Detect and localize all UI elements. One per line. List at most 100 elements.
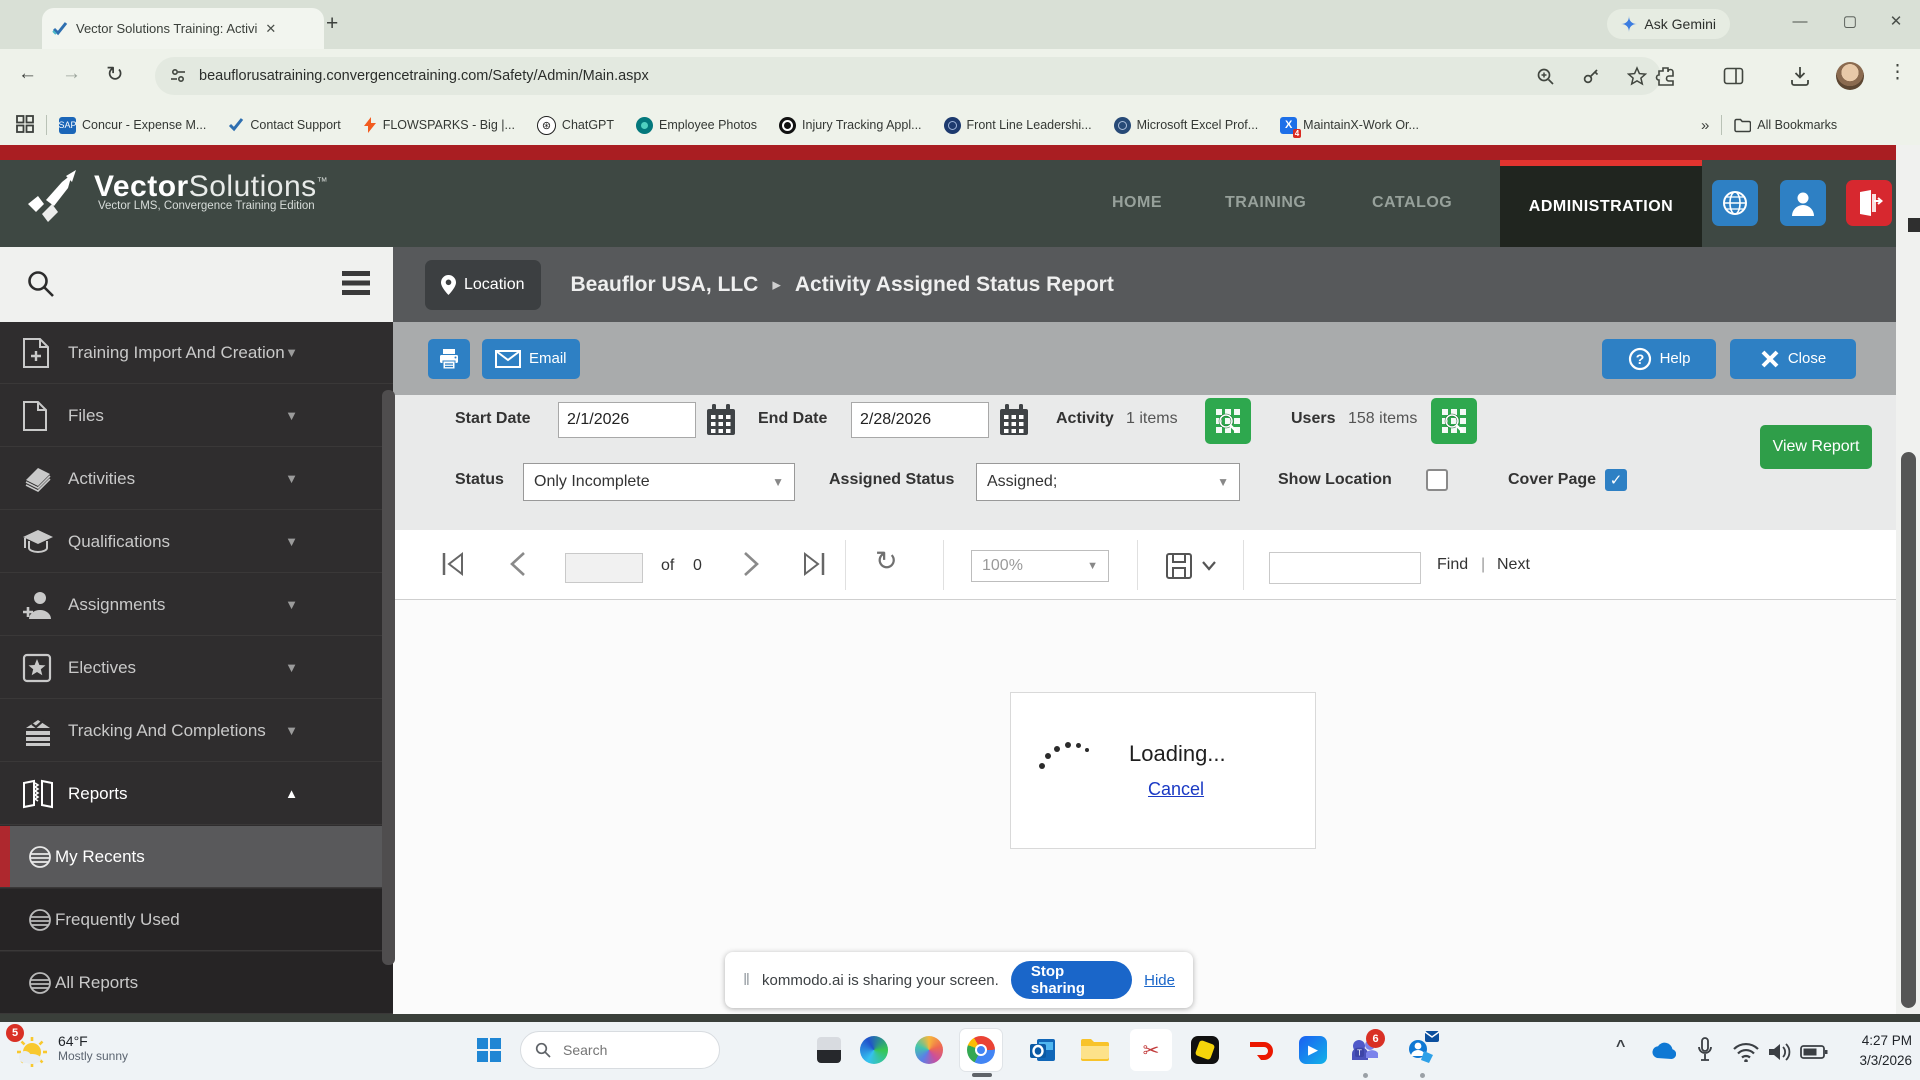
extensions-puzzle-icon[interactable] bbox=[1655, 66, 1676, 87]
window-minimize-button[interactable]: — bbox=[1780, 2, 1820, 42]
page-scrollbar-thumb[interactable] bbox=[1901, 452, 1916, 1008]
window-close-button[interactable]: ✕ bbox=[1876, 2, 1916, 42]
sidebar-item-assignments[interactable]: Assignments▼ bbox=[0, 574, 393, 636]
sidebar-item-reports[interactable]: Reports▲ bbox=[0, 763, 393, 825]
taskbar-app-outlook[interactable] bbox=[1022, 1029, 1064, 1071]
next-button[interactable]: Next bbox=[1497, 556, 1530, 574]
omnibox[interactable]: beauflorusatraining.convergencetraining.… bbox=[155, 57, 1661, 95]
users-select-button[interactable] bbox=[1431, 398, 1477, 444]
bookmark-maintainx[interactable]: X4MaintainX-Work Or... bbox=[1280, 117, 1419, 134]
nav-administration[interactable]: ADMINISTRATION bbox=[1500, 160, 1702, 247]
profile-button[interactable] bbox=[1780, 180, 1826, 226]
taskbar-app-window[interactable] bbox=[808, 1029, 850, 1071]
cancel-link[interactable]: Cancel bbox=[1148, 779, 1204, 800]
nav-training[interactable]: TRAINING bbox=[1225, 194, 1306, 212]
email-button[interactable]: Email bbox=[482, 339, 580, 379]
profile-avatar[interactable] bbox=[1836, 62, 1864, 90]
bookmark-employee-photos[interactable]: Employee Photos bbox=[636, 117, 757, 134]
downloads-icon[interactable] bbox=[1789, 65, 1811, 87]
stop-sharing-button[interactable]: Stop sharing bbox=[1011, 961, 1132, 999]
taskbar-app-edge[interactable] bbox=[853, 1029, 895, 1071]
status-select[interactable]: Only Incomplete▼ bbox=[523, 463, 795, 501]
sidebar-item-frequently-used[interactable]: Frequently Used bbox=[0, 889, 393, 951]
bookmark-flowsparks[interactable]: FLOWSPARKS - Big |... bbox=[363, 117, 515, 133]
site-settings-icon[interactable] bbox=[169, 67, 187, 85]
show-location-checkbox[interactable] bbox=[1426, 469, 1448, 491]
page-number-input[interactable] bbox=[565, 553, 643, 583]
taskbar-app-chrome-active[interactable] bbox=[960, 1029, 1002, 1071]
url-text[interactable]: beauflorusatraining.convergencetraining.… bbox=[199, 68, 649, 84]
sidebar-item-files[interactable]: Files▼ bbox=[0, 385, 393, 447]
taskbar-search[interactable] bbox=[520, 1031, 720, 1069]
nav-catalog[interactable]: CATALOG bbox=[1372, 194, 1452, 212]
window-maximize-button[interactable]: ▢ bbox=[1830, 2, 1870, 42]
sidebar-item-tracking[interactable]: Tracking And Completions▼ bbox=[0, 700, 393, 762]
microphone-icon[interactable] bbox=[1697, 1037, 1713, 1063]
bookmark-excel[interactable]: Microsoft Excel Prof... bbox=[1114, 117, 1259, 134]
weather-widget[interactable]: 5 64°F Mostly sunny bbox=[10, 1028, 128, 1068]
taskbar-app-snipping[interactable]: ✂ bbox=[1130, 1029, 1172, 1071]
cover-page-checkbox[interactable]: ✓ bbox=[1605, 469, 1627, 491]
taskbar-app-copilot[interactable] bbox=[908, 1029, 950, 1071]
start-date-calendar-icon[interactable] bbox=[705, 403, 737, 437]
start-date-input[interactable] bbox=[558, 402, 696, 438]
sidebar-item-activities[interactable]: Activities▼ bbox=[0, 448, 393, 510]
bookmark-star-icon[interactable] bbox=[1627, 66, 1647, 86]
help-button[interactable]: ? Help bbox=[1602, 339, 1716, 379]
zoom-select[interactable]: 100%▼ bbox=[971, 550, 1109, 582]
export-save-icon[interactable] bbox=[1165, 552, 1193, 580]
next-page-icon[interactable] bbox=[741, 550, 761, 578]
apps-grid-icon[interactable] bbox=[16, 115, 34, 136]
onedrive-icon[interactable] bbox=[1650, 1041, 1676, 1059]
sidebar-item-training-import[interactable]: Training Import And Creation▼ bbox=[0, 322, 393, 384]
taskbar-app-file-explorer[interactable] bbox=[1074, 1029, 1116, 1071]
bookmark-front-line[interactable]: Front Line Leadershi... bbox=[944, 117, 1092, 134]
bookmark-chatgpt[interactable]: ⊛ChatGPT bbox=[537, 116, 614, 135]
language-globe-button[interactable] bbox=[1712, 180, 1758, 226]
bookmark-injury-tracking[interactable]: Injury Tracking Appl... bbox=[779, 117, 922, 134]
logout-button[interactable] bbox=[1846, 180, 1892, 226]
sidebar-item-electives[interactable]: Electives▼ bbox=[0, 637, 393, 699]
ask-gemini-button[interactable]: Ask Gemini bbox=[1607, 9, 1730, 39]
taskbar-app-bookings[interactable] bbox=[1400, 1029, 1442, 1071]
zoom-page-icon[interactable] bbox=[1536, 67, 1555, 86]
taskbar-app-yellow[interactable] bbox=[1184, 1029, 1226, 1071]
end-date-calendar-icon[interactable] bbox=[998, 403, 1030, 437]
clock[interactable]: 4:27 PM 3/3/2026 bbox=[1838, 1031, 1912, 1070]
find-button[interactable]: Find bbox=[1437, 556, 1468, 574]
breadcrumb-company[interactable]: Beauflor USA, LLC bbox=[571, 273, 759, 297]
bookmark-contact-support[interactable]: Contact Support bbox=[228, 117, 340, 133]
activity-select-button[interactable] bbox=[1205, 398, 1251, 444]
all-bookmarks-button[interactable]: All Bookmarks bbox=[1734, 118, 1837, 133]
find-input[interactable] bbox=[1269, 552, 1421, 584]
search-icon[interactable] bbox=[26, 269, 56, 299]
bookmark-concur[interactable]: SAPConcur - Expense M... bbox=[59, 117, 206, 134]
start-button[interactable] bbox=[468, 1029, 510, 1071]
hamburger-menu-icon[interactable] bbox=[342, 271, 370, 295]
taskbar-app-stream[interactable]: ▶ bbox=[1292, 1029, 1334, 1071]
bookmarks-overflow-icon[interactable]: » bbox=[1701, 117, 1709, 134]
battery-icon[interactable] bbox=[1800, 1042, 1828, 1062]
hide-link[interactable]: Hide bbox=[1144, 972, 1175, 989]
close-button[interactable]: Close bbox=[1730, 339, 1856, 379]
sidebar-item-my-recents[interactable]: My Recents bbox=[0, 826, 393, 888]
taskbar-search-input[interactable] bbox=[561, 1041, 695, 1059]
wifi-icon[interactable] bbox=[1733, 1042, 1759, 1062]
view-report-button[interactable]: View Report bbox=[1760, 425, 1872, 469]
side-panel-icon[interactable] bbox=[1723, 66, 1744, 87]
location-chip[interactable]: Location bbox=[425, 260, 541, 310]
sidebar-item-qualifications[interactable]: Qualifications▼ bbox=[0, 511, 393, 573]
browser-tab[interactable]: Vector Solutions Training: Activi ✕ bbox=[42, 8, 324, 49]
tab-close-icon[interactable]: ✕ bbox=[265, 21, 276, 37]
export-chevron-icon[interactable] bbox=[1201, 560, 1217, 572]
back-icon[interactable]: ← bbox=[18, 63, 37, 85]
assigned-status-select[interactable]: Assigned;▼ bbox=[976, 463, 1240, 501]
speaker-icon[interactable] bbox=[1768, 1041, 1792, 1063]
last-page-icon[interactable] bbox=[801, 550, 827, 578]
forward-icon[interactable]: → bbox=[62, 63, 81, 85]
sidebar-item-all-reports[interactable]: All Reports bbox=[0, 952, 393, 1014]
taskbar-app-teams[interactable]: T 6 bbox=[1344, 1029, 1386, 1071]
vector-solutions-logo[interactable]: VectorSolutions™ Vector LMS, Convergence… bbox=[22, 170, 328, 232]
new-tab-icon[interactable]: + bbox=[326, 12, 338, 36]
sidebar-scrollbar-thumb[interactable] bbox=[382, 390, 395, 965]
